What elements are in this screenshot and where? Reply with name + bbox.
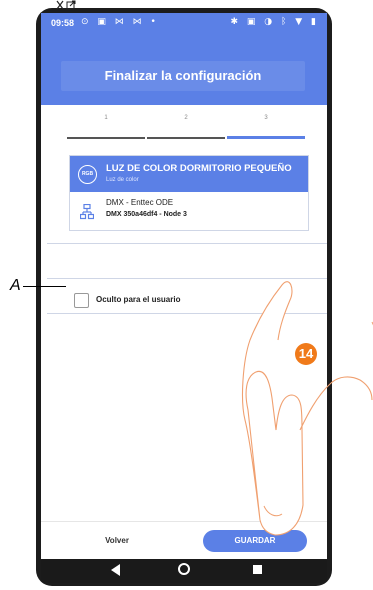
rgb-icon: RGB — [78, 165, 97, 184]
status-time: 09:58 — [51, 18, 75, 28]
device-card: RGB LUZ DE COLOR DORMITORIO PEQUEÑO Luz … — [69, 155, 309, 231]
title-band: Finalizar la configuración — [61, 61, 305, 91]
status-icons-right: ✱ ▣ ◑ ᛒ ▼ ▮ — [230, 17, 319, 27]
step-1: 1 — [67, 115, 145, 139]
device-header: RGB LUZ DE COLOR DORMITORIO PEQUEÑO Luz … — [70, 156, 308, 192]
header: 09:58 ⊙ ▣ ⋈ ⋈ • ✱ ▣ ◑ ᛒ ▼ ▮ Finalizar la… — [41, 13, 327, 105]
divider — [47, 313, 327, 314]
stepper: 1 2 3 — [67, 115, 311, 139]
gateway-name: DMX - Enttec ODE — [106, 198, 174, 207]
bottom-bar: Volver GUARDAR — [41, 521, 327, 560]
save-button[interactable]: GUARDAR — [203, 530, 307, 552]
network-icon — [80, 204, 94, 220]
step-3: 3 — [227, 115, 305, 139]
step-number: 2 — [184, 115, 188, 121]
callout-label-a: A — [10, 277, 21, 294]
page-title: Finalizar la configuración — [104, 68, 262, 83]
gateway-detail: DMX 350a46df4 - Node 3 — [106, 211, 187, 218]
nav-home-icon[interactable] — [178, 563, 190, 575]
device-name: LUZ DE COLOR DORMITORIO PEQUEÑO — [106, 163, 292, 174]
hidden-for-user-label: Oculto para el usuario — [96, 295, 181, 304]
callout-line — [23, 286, 66, 287]
step-bar — [147, 137, 225, 139]
status-bar: 09:58 ⊙ ▣ ⋈ ⋈ • ✱ ▣ ◑ ᛒ ▼ ▮ — [41, 13, 327, 33]
android-nav-bar — [41, 559, 327, 583]
step-bar — [67, 137, 145, 139]
step-2: 2 — [147, 115, 225, 139]
step-number-badge: 14 — [295, 343, 317, 365]
nav-recent-apps-icon[interactable] — [253, 565, 262, 574]
divider — [47, 243, 327, 244]
step-number: 3 — [264, 115, 268, 121]
hidden-for-user-checkbox[interactable] — [74, 293, 89, 308]
step-number: 1 — [104, 115, 108, 121]
device-type: Luz de color — [106, 177, 139, 183]
phone-frame: 09:58 ⊙ ▣ ⋈ ⋈ • ✱ ▣ ◑ ᛒ ▼ ▮ Finalizar la… — [36, 8, 332, 586]
app-screen: 09:58 ⊙ ▣ ⋈ ⋈ • ✱ ▣ ◑ ᛒ ▼ ▮ Finalizar la… — [41, 13, 327, 583]
back-button[interactable]: Volver — [87, 533, 147, 549]
divider — [47, 278, 327, 279]
screenshot-corner-icon — [56, 0, 76, 10]
nav-back-icon[interactable] — [111, 564, 120, 576]
status-icons-left: ⊙ ▣ ⋈ ⋈ • — [81, 17, 159, 27]
step-bar-active — [227, 136, 305, 139]
